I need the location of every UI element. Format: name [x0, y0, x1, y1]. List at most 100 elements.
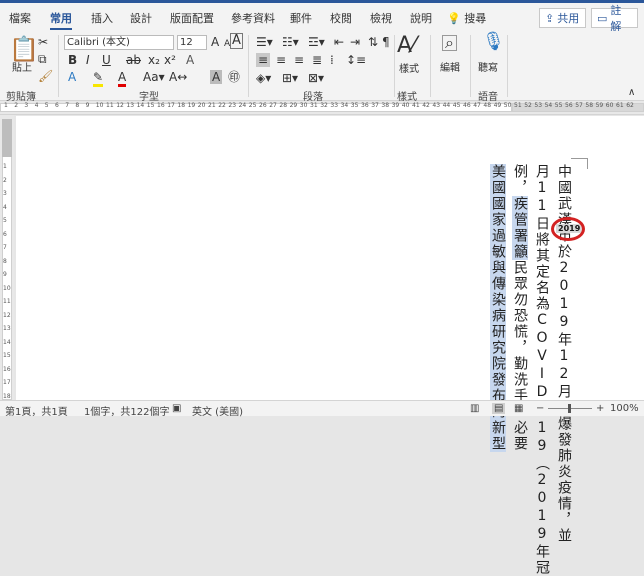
- ruler-number: 40: [401, 102, 410, 109]
- decrease-indent-icon[interactable]: ⇤: [334, 35, 344, 49]
- ruler-number: 52: [524, 102, 532, 109]
- vertical-ruler-number: 16: [3, 365, 11, 373]
- ruler-number: 20: [197, 102, 206, 109]
- superscript-icon[interactable]: x²: [164, 53, 176, 67]
- microphone-icon[interactable]: 🎙: [482, 33, 505, 51]
- collapse-ribbon-icon[interactable]: ∧: [628, 86, 635, 100]
- ruler-number: 35: [350, 102, 359, 109]
- document-page[interactable]: 中國武漢市於2019年12月起爆發肺炎疫情，並 月11日將其定名為COVID-1…: [16, 116, 644, 576]
- group-separator: [507, 35, 508, 97]
- tab-view[interactable]: 檢視: [370, 10, 392, 26]
- ruler-number: 50: [503, 102, 512, 109]
- vertical-ruler-number: 8: [3, 257, 7, 265]
- annotation-circle: [551, 217, 585, 241]
- web-layout-icon[interactable]: ▦: [514, 403, 523, 414]
- format-painter-icon[interactable]: 🖌: [38, 69, 53, 83]
- align-center-icon[interactable]: ≡: [276, 53, 286, 67]
- search-box[interactable]: 💡 搜尋: [447, 10, 486, 26]
- copy-icon[interactable]: ⧉: [38, 52, 47, 66]
- distributed-icon[interactable]: ⁞: [330, 53, 334, 67]
- ruler-number: 5: [44, 102, 49, 109]
- group-separator: [248, 35, 249, 97]
- styles-icon[interactable]: A⁄: [397, 35, 416, 57]
- tab-home[interactable]: 常用: [50, 10, 72, 26]
- font-name-select[interactable]: Calibri (本文): [64, 35, 174, 50]
- ruler-number: 32: [320, 102, 328, 109]
- styles-button-label[interactable]: 樣式: [399, 60, 419, 75]
- tab-review[interactable]: 校閱: [330, 10, 352, 26]
- show-marks-icon[interactable]: ¶: [382, 35, 390, 49]
- cut-icon[interactable]: ✂: [38, 35, 48, 49]
- paste-button-label[interactable]: 貼上: [12, 59, 32, 74]
- ruler-number: 59: [595, 102, 604, 109]
- enclose-characters-icon[interactable]: ㊞: [228, 70, 240, 84]
- status-bar: 第1頁，共1頁 1個字，共122個字 ▣ 英文 (美國) ▥ ▤ ▦ − + 1…: [0, 400, 644, 418]
- ruler-number: 36: [361, 102, 369, 109]
- change-case-dropdown-icon[interactable]: Aa▾: [143, 70, 165, 84]
- zoom-in-icon[interactable]: +: [596, 403, 604, 414]
- group-separator: [430, 35, 431, 97]
- multilevel-list-icon[interactable]: ☲▾: [308, 35, 325, 49]
- change-case-icon[interactable]: A: [230, 33, 243, 49]
- text-effects-icon[interactable]: A: [68, 70, 76, 84]
- comments-button[interactable]: ▭ 註解: [591, 4, 638, 33]
- share-button[interactable]: ⇪ 共用: [539, 8, 586, 28]
- read-mode-icon[interactable]: ▥: [470, 403, 479, 414]
- comments-label: 註解: [610, 4, 622, 33]
- proofing-icon[interactable]: ▣: [172, 403, 181, 414]
- ruler-number: 4: [34, 102, 39, 109]
- font-color-icon[interactable]: A: [118, 70, 127, 87]
- document-line[interactable]: 月11日將其定名為COVID-19（2019年冠: [532, 164, 552, 576]
- font-size-select[interactable]: 12: [177, 35, 207, 50]
- tab-file[interactable]: 檔案: [9, 10, 31, 26]
- sort-icon[interactable]: ⇅: [368, 35, 378, 49]
- bullets-icon[interactable]: ☰▾: [256, 35, 273, 49]
- grow-font-icon[interactable]: A: [211, 35, 219, 49]
- increase-indent-icon[interactable]: ⇥: [350, 35, 360, 49]
- underline-icon[interactable]: U: [102, 53, 111, 67]
- clear-formatting-icon[interactable]: A: [186, 53, 194, 67]
- align-right-icon[interactable]: ≡: [294, 53, 304, 67]
- ruler-number: 56: [565, 102, 573, 109]
- ruler-number: 19: [187, 102, 196, 109]
- borders-icon[interactable]: ⊞▾: [282, 71, 298, 85]
- ruler-number: 24: [238, 102, 247, 109]
- zoom-out-icon[interactable]: −: [536, 403, 544, 414]
- justify-icon[interactable]: ≣: [312, 53, 322, 67]
- vertical-ruler-number: 5: [3, 217, 7, 224]
- vertical-ruler[interactable]: 1 2 3 4 5 6 7 8 9 10 11 12 13 14 15 16 17 18: [0, 115, 14, 400]
- character-spacing-icon[interactable]: A↔: [169, 70, 187, 84]
- ruler-number: 46: [463, 102, 471, 109]
- tab-layout[interactable]: 版面配置: [170, 10, 214, 26]
- find-icon[interactable]: ⌕: [442, 35, 457, 51]
- numbering-icon[interactable]: ☷▾: [282, 35, 299, 49]
- character-shading-icon[interactable]: A: [210, 70, 223, 84]
- zoom-slider-thumb[interactable]: [568, 404, 571, 413]
- vertical-ruler-margin: [2, 119, 12, 157]
- zoom-level[interactable]: 100%: [610, 403, 639, 414]
- vertical-ruler-number: 3: [3, 190, 7, 197]
- print-layout-icon[interactable]: ▤: [492, 403, 506, 414]
- ruler-number: 47: [473, 102, 481, 109]
- ruler-number: 18: [177, 102, 186, 109]
- italic-icon[interactable]: I: [86, 53, 90, 67]
- vertical-ruler-number: 9: [3, 271, 7, 278]
- bold-icon[interactable]: B: [68, 53, 77, 67]
- tab-references[interactable]: 參考資料: [231, 10, 275, 26]
- paste-icon[interactable]: 📋: [9, 37, 39, 61]
- highlight-icon[interactable]: ✎: [93, 70, 104, 87]
- tab-help[interactable]: 說明: [410, 10, 432, 26]
- editing-button-label[interactable]: 編輯: [440, 59, 460, 74]
- ruler-number: 26: [259, 102, 267, 109]
- horizontal-ruler[interactable]: 1 2 3 4 5 6 7 8 9 10 11 12 13 14 15 16 17 18 19 20 21 22 23 24 2…: [0, 101, 644, 115]
- line-spacing-icon[interactable]: ↕≡: [346, 53, 366, 67]
- dictate-button-label[interactable]: 聽寫: [478, 59, 498, 74]
- tab-insert[interactable]: 插入: [91, 10, 113, 26]
- subscript-icon[interactable]: x₂: [148, 53, 160, 67]
- shading-icon[interactable]: ◈▾: [256, 71, 271, 85]
- strikethrough-icon[interactable]: ab: [126, 53, 141, 67]
- tab-design[interactable]: 設計: [130, 10, 152, 26]
- tab-mailings[interactable]: 郵件: [290, 10, 312, 26]
- align-left-icon[interactable]: ≡: [256, 53, 271, 67]
- asian-layout-icon[interactable]: ⊠▾: [308, 71, 324, 85]
